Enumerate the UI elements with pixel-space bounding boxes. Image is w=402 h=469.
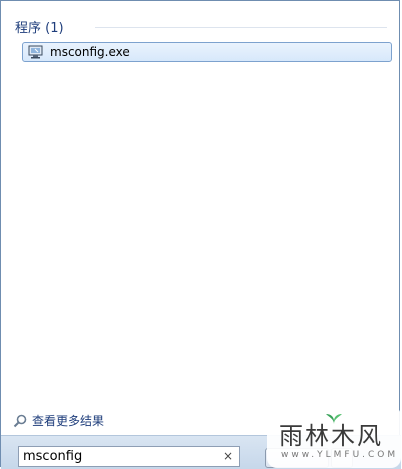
- search-icon: [13, 414, 27, 428]
- watermark-logo: 雨林木风 www.YLMFU.COM: [267, 406, 401, 468]
- search-input[interactable]: [19, 448, 213, 465]
- see-more-results-label: 查看更多结果: [32, 414, 105, 428]
- watermark-text: 雨林木风: [279, 422, 383, 450]
- watermark-url: www.YLMFU.COM: [281, 450, 399, 460]
- search-box: ×: [18, 446, 240, 467]
- see-more-results-link[interactable]: 查看更多结果: [13, 412, 104, 429]
- start-menu-frame: 程序 (1) msconfig.exe 查看更多结果 msconfig × 雨林…: [0, 0, 401, 469]
- clear-search-button[interactable]: ×: [223, 449, 233, 463]
- search-results-panel: 程序 (1) msconfig.exe: [9, 9, 395, 397]
- system-config-icon: [28, 45, 44, 59]
- section-divider: [95, 27, 387, 28]
- result-item-label: msconfig.exe: [50, 45, 130, 59]
- section-header-programs: 程序 (1): [15, 21, 64, 36]
- result-item-msconfig[interactable]: msconfig.exe: [22, 42, 392, 62]
